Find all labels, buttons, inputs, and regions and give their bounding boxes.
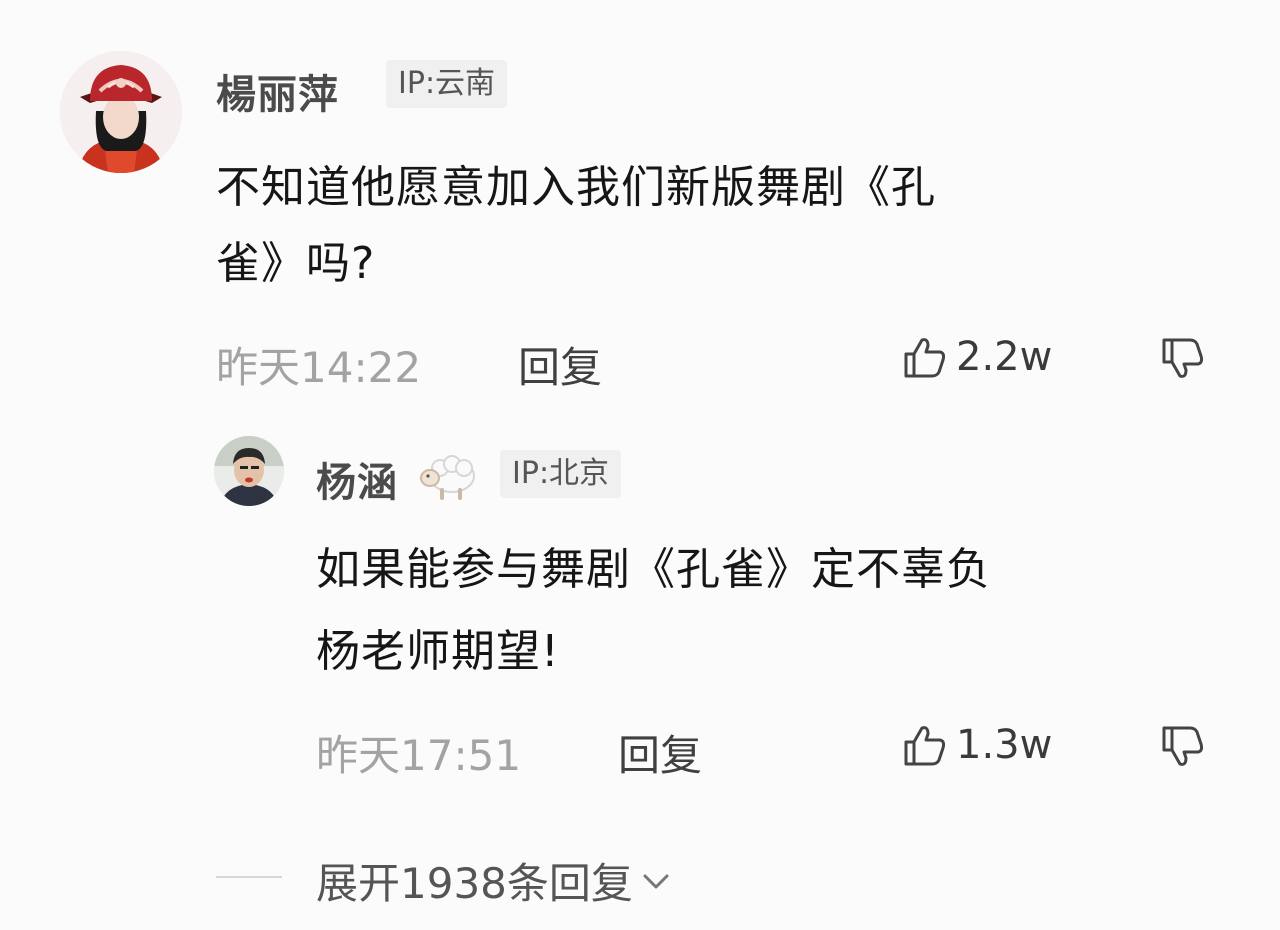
- reply-timestamp: 昨天17:51: [316, 731, 522, 780]
- avatar-image: [214, 436, 284, 506]
- reply-like-button[interactable]: 1.3w: [902, 722, 1052, 768]
- reply-reply-button[interactable]: 回复: [618, 722, 702, 783]
- avatar-replier[interactable]: [214, 436, 284, 506]
- expand-divider: [216, 876, 282, 878]
- comment-text-line2: 雀》吗?: [216, 238, 376, 289]
- replier-username[interactable]: 杨涵: [316, 450, 398, 508]
- expand-replies-button[interactable]: 展开1938条回复: [316, 850, 673, 911]
- reply-like-count: 1.3w: [956, 722, 1053, 768]
- thumbs-down-icon: [1160, 724, 1206, 774]
- thumbs-up-icon: [902, 334, 948, 380]
- reply-text-line2: 杨老师期望!: [316, 626, 560, 677]
- reply-text-line1: 如果能参与舞剧《孔雀》定不辜负: [316, 544, 991, 595]
- expand-replies-label: 展开1938条回复: [316, 859, 633, 908]
- comment-text-line1: 不知道他愿意加入我们新版舞剧《孔: [216, 162, 936, 213]
- commenter-ip-badge: IP:云南: [386, 60, 508, 108]
- thumbs-down-icon: [1160, 336, 1206, 386]
- thumbs-up-icon: [902, 722, 948, 768]
- avatar-image: [60, 51, 182, 173]
- sheep-icon: [418, 446, 480, 504]
- comment-like-count: 2.2w: [956, 334, 1053, 380]
- avatar-commenter[interactable]: [60, 51, 182, 173]
- comment-like-button[interactable]: 2.2w: [902, 334, 1052, 380]
- replier-ip-badge: IP:北京: [500, 450, 622, 498]
- commenter-username[interactable]: 楊丽萍: [216, 62, 339, 120]
- comment-dislike-button[interactable]: [1160, 336, 1206, 382]
- chevron-down-icon: [639, 864, 673, 898]
- reply-dislike-button[interactable]: [1160, 724, 1206, 770]
- comment-timestamp: 昨天14:22: [216, 343, 422, 392]
- comment-reply-button[interactable]: 回复: [518, 334, 602, 395]
